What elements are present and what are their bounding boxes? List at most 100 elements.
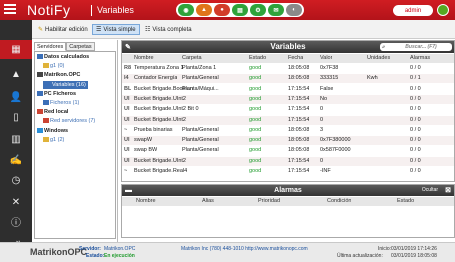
cell-state: good — [249, 75, 262, 82]
alert-nav-icon[interactable]: ▲ — [8, 68, 24, 82]
cell-value: 0 — [320, 157, 324, 164]
cell-date: 17:15:54 — [288, 168, 310, 174]
alarm-column-header[interactable]: Alias — [202, 197, 214, 206]
cell-value: False — [320, 85, 334, 92]
cell-folder: Planta/Zona 1 — [182, 65, 217, 71]
folder-icon — [43, 136, 49, 142]
calendar-nav-icon[interactable]: ▥ — [8, 133, 24, 147]
tree-node[interactable]: Datos calculados — [37, 53, 89, 61]
table-row[interactable]: R8 Temperatura Zona 1 Planta/Zona 1 good 18:… — [122, 64, 454, 73]
top-bar: NotiFy Variables ◉ ▲ ● ▤ ⚙ ✉ ◐ admin — [0, 0, 455, 20]
cell-date: 18:05:08 — [288, 126, 310, 133]
mobile-nav-icon[interactable]: ▯ — [8, 111, 24, 125]
user-menu[interactable]: admin — [393, 5, 433, 16]
table-row[interactable]: BL Bucket Brigade.Boolean Planta/Máqui... g… — [122, 85, 454, 94]
table-icon: ☷ — [145, 27, 151, 33]
table-row[interactable]: UI swap BW Planta/General good 18:05:08 0x587… — [122, 146, 454, 155]
variables-nav-icon[interactable]: ▦ — [8, 43, 24, 57]
info-nav-icon[interactable]: ⓘ — [8, 217, 24, 231]
tools-nav-icon[interactable]: ✕ — [8, 196, 24, 210]
clock-nav-icon[interactable]: ◷ — [8, 174, 24, 188]
column-header[interactable]: Unidades — [367, 54, 390, 63]
tree-node[interactable]: Matrikon.OPC — [37, 71, 80, 79]
table-row[interactable]: I4 Contador Energía Planta/General good 18:0… — [122, 74, 454, 84]
column-header[interactable]: Alarmas — [410, 54, 430, 63]
alarm-column-header[interactable]: Prioridad — [258, 197, 280, 206]
pc-icon — [37, 90, 43, 96]
tree-node[interactable]: Red local — [37, 108, 68, 116]
full-view-button[interactable]: ☷ Vista completa — [142, 24, 195, 35]
hide-icon[interactable]: ⊠ — [445, 185, 451, 196]
table-row[interactable]: UI Bucket Brigade.UInt2 good 17:15:54 0 0 / 0 — [122, 115, 454, 125]
simple-view-button[interactable]: ☰ Vista simple — [92, 24, 140, 35]
update-label: Última actualización: — [337, 253, 383, 259]
divider — [91, 5, 92, 16]
pencil-icon: ✎ — [38, 27, 44, 33]
tab-servidores[interactable]: Servidores — [34, 42, 67, 51]
avatar[interactable] — [437, 4, 449, 16]
column-header[interactable]: Nombre — [134, 54, 154, 63]
servers-status-icon[interactable]: ◉ — [178, 4, 194, 16]
type-icon: BL — [124, 85, 132, 92]
tree-node[interactable]: Windows — [37, 127, 68, 135]
type-icon: ~ — [124, 168, 128, 174]
cell-alarms: 0 / 0 — [410, 168, 421, 174]
table-row[interactable]: UI Bucket Brigade.UInt2 good 17:15:54 No 0 / … — [122, 94, 454, 104]
cell-date: 18:05:08 — [288, 75, 310, 82]
warning-status-icon[interactable]: ▲ — [196, 4, 212, 16]
collapse-icon[interactable]: ▬ — [125, 185, 132, 196]
cell-name: Bucket Brigade.UInt2 — [134, 95, 186, 102]
table-row[interactable]: ~ Bucket Brigade.Real4 good 17:15:54 -INF 0 /… — [122, 167, 454, 176]
column-header[interactable]: Estado — [249, 54, 266, 63]
alarms-title: Alarmas — [274, 187, 302, 194]
tree-node[interactable]: Variables (16) — [43, 80, 88, 89]
start-value: 03/01/2019 17:14:26 — [391, 246, 437, 252]
cell-folder: Planta/Máqui... — [182, 85, 219, 92]
server-tree-panel: Servidores Carpetas Datos calculados g1 (… — [32, 40, 118, 242]
network-status-icon[interactable]: ⚙ — [250, 4, 266, 16]
tab-carpetas[interactable]: Carpetas — [66, 42, 95, 51]
search-input[interactable]: ⌕ Buscar... (F7) — [380, 43, 452, 51]
edit-icon[interactable]: ✎ — [125, 42, 131, 54]
hide-button[interactable]: Ocultar — [422, 185, 438, 196]
hamburger-menu-icon[interactable] — [4, 4, 16, 16]
app-logo: NotiFy — [27, 2, 71, 18]
tree-node[interactable]: PC Ficheros — [37, 90, 76, 98]
type-icon: UI — [124, 157, 130, 164]
cell-date: 17:15:54 — [288, 116, 310, 123]
column-header[interactable]: Carpeta — [182, 54, 202, 63]
network-icon — [37, 109, 43, 115]
user-nav-icon[interactable]: 👤 — [8, 91, 24, 105]
tree-node[interactable]: Ficheros (1) — [43, 99, 79, 107]
alarm-status-icon[interactable]: ● — [214, 4, 230, 16]
alarm-column-header[interactable]: Nombre — [136, 197, 156, 206]
database-status-icon[interactable]: ▤ — [232, 4, 248, 16]
tree-node[interactable]: g1 (0) — [43, 62, 64, 70]
table-row[interactable]: UI swapW Planta/General good 18:05:08 0x7F380… — [122, 136, 454, 146]
table-row[interactable]: UI Bucket Brigade.UInt2 good 17:15:54 0 0 / 0 — [122, 156, 454, 166]
cell-folder: Planta/General — [182, 147, 219, 154]
type-icon: R8 — [124, 65, 132, 71]
cell-value: 0x7F380000 — [320, 137, 351, 144]
cell-alarms: 0 / 0 — [410, 116, 421, 123]
cell-name: swap BW — [134, 147, 158, 154]
column-header[interactable]: Fecha — [288, 54, 303, 63]
disabled-status-icon[interactable]: ◐ — [286, 4, 302, 16]
mail-status-icon[interactable]: ✉ — [268, 4, 284, 16]
cell-state: good — [249, 95, 262, 102]
cell-alarms: 0 / 0 — [410, 65, 421, 71]
alarm-column-header[interactable]: Estado — [397, 197, 414, 206]
table-row[interactable]: ~ Prueba binarias Planta/General good 18:05:… — [122, 126, 454, 135]
cell-value: 0x7F38 — [320, 65, 339, 71]
file-icon — [43, 100, 49, 106]
alarm-column-header[interactable]: Condición — [327, 197, 351, 206]
tree-node[interactable]: g1 (2) — [43, 136, 64, 144]
cell-state: good — [249, 85, 262, 92]
column-header[interactable]: Valor — [320, 54, 332, 63]
signature-nav-icon[interactable]: ✍ — [8, 154, 24, 168]
enable-edit-button[interactable]: ✎ Habilitar edición — [35, 24, 91, 35]
variables-title: Variables — [270, 42, 306, 51]
tree-node[interactable]: Red servidores (7) — [43, 117, 95, 125]
table-row[interactable]: UI Bucket Brigade.UInt2 Bit 0 good 17:15:54… — [122, 105, 454, 114]
search-placeholder: Buscar... (F7) — [405, 44, 437, 50]
